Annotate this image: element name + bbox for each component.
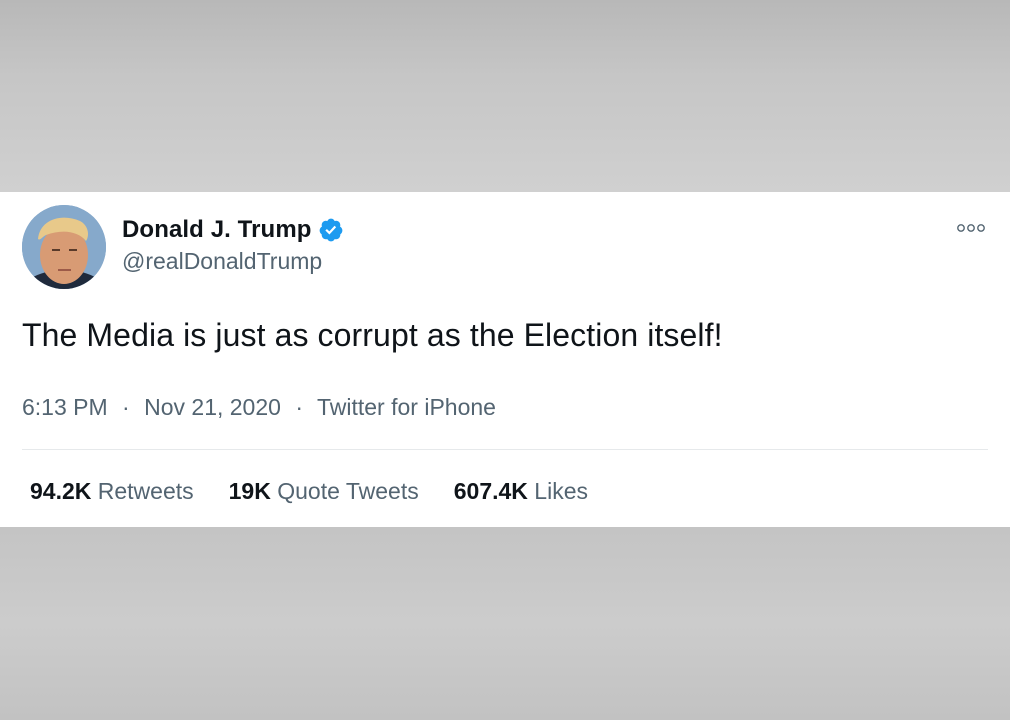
author-handle[interactable]: @realDonaldTrump [122, 248, 322, 275]
tweet-text: The Media is just as corrupt as the Elec… [22, 317, 723, 353]
retweets-stat[interactable]: 94.2K Retweets [30, 478, 194, 505]
likes-count: 607.4K [453, 478, 528, 504]
tweet-stats: 94.2K Retweets 19K Quote Tweets 607.4K L… [30, 478, 623, 505]
retweets-label: Retweets [97, 478, 194, 504]
divider [22, 449, 988, 450]
tweet-meta: 6:13 PM · Nov 21, 2020 · Twitter for iPh… [22, 394, 496, 421]
more-options-icon[interactable] [954, 220, 988, 236]
verified-badge-icon [318, 217, 344, 243]
meta-separator: · [122, 394, 130, 420]
likes-stat[interactable]: 607.4K Likes [454, 478, 588, 505]
quote-tweets-count: 19K [228, 478, 271, 504]
background-bottom [0, 527, 1010, 720]
author-name-row: Donald J. Trump [122, 214, 344, 246]
background-top [0, 0, 1010, 192]
tweet-source-link[interactable]: Twitter for iPhone [317, 394, 496, 420]
meta-separator: · [295, 394, 303, 420]
tweet-date[interactable]: Nov 21, 2020 [144, 394, 281, 420]
tweet-card: Donald J. Trump @realDonaldTrump The Med… [0, 192, 1010, 527]
avatar[interactable] [22, 205, 106, 289]
quote-tweets-stat[interactable]: 19K Quote Tweets [229, 478, 419, 505]
quote-tweets-label: Quote Tweets [277, 478, 419, 504]
likes-label: Likes [534, 478, 588, 504]
author-display-name[interactable]: Donald J. Trump [122, 216, 312, 244]
tweet-time[interactable]: 6:13 PM [22, 394, 108, 420]
retweets-count: 94.2K [30, 478, 92, 504]
